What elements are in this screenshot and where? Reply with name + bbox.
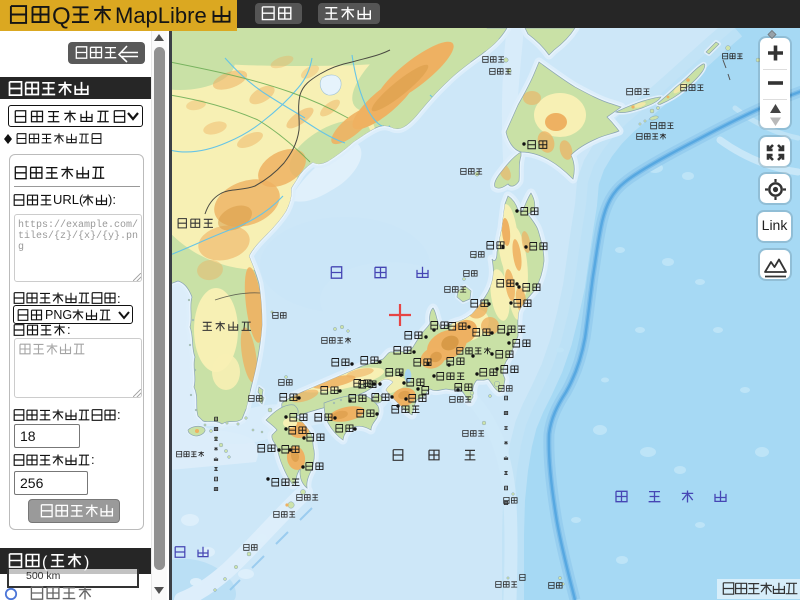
svg-text::: : bbox=[91, 452, 95, 467]
svg-text::: : bbox=[117, 407, 121, 422]
svg-text:MapLibre: MapLibre bbox=[115, 3, 207, 28]
svg-text:): ) bbox=[84, 554, 89, 571]
svg-text:tiles/{z}/{x}/{y}.pn: tiles/{z}/{x}/{y}.pn bbox=[18, 230, 138, 242]
svg-text:PNG: PNG bbox=[45, 308, 72, 322]
svg-text:https://example.com/: https://example.com/ bbox=[18, 219, 138, 231]
svg-text:(: ( bbox=[42, 554, 48, 571]
svg-text:g: g bbox=[18, 242, 24, 253]
svg-text::: : bbox=[117, 291, 121, 306]
svg-text::: : bbox=[67, 322, 71, 337]
svg-text:):: ): bbox=[108, 192, 116, 207]
svg-text:Q: Q bbox=[52, 3, 71, 30]
svg-text:URL(: URL( bbox=[53, 192, 84, 207]
